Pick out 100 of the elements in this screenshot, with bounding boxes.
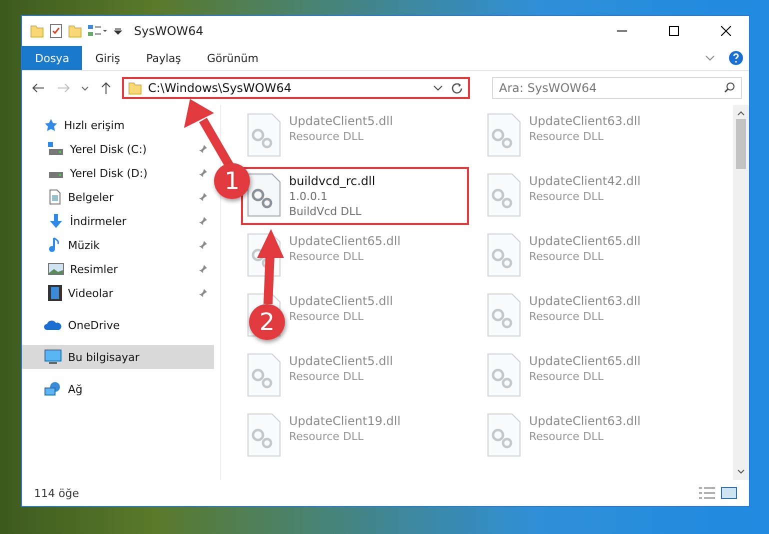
ribbon-tab[interactable]: Giriş: [82, 46, 134, 70]
caret-icon: [81, 86, 89, 90]
scroll-up-icon[interactable]: [737, 109, 745, 117]
sidebar-label: Bu bilgisayar: [68, 350, 140, 364]
sidebar-item[interactable]: Hızlı erişim: [22, 113, 131, 137]
file-detail: Resource DLL: [289, 430, 365, 443]
file-name: UpdateClient65.dll: [289, 234, 401, 248]
maximize-icon: [669, 26, 679, 36]
file-detail: Resource DLL: [289, 370, 365, 383]
sidebar-label: Videolar: [68, 286, 114, 300]
music-note-icon: [48, 237, 62, 253]
file-name: UpdateClient5.dll: [289, 354, 393, 368]
sidebar-item[interactable]: Videolar: [22, 281, 214, 305]
large-icons-view-icon[interactable]: [721, 487, 737, 499]
sidebar-item[interactable]: OneDrive: [22, 313, 126, 337]
file-name: UpdateClient65.dll: [529, 354, 641, 368]
dll-file-icon: [247, 113, 281, 157]
help-icon[interactable]: [729, 51, 743, 65]
file-name: UpdateClient65.dll: [529, 234, 641, 248]
sidebar-label: Hızlı erişim: [64, 118, 125, 132]
file-detail: Resource DLL: [529, 430, 605, 443]
file-name: UpdateClient63.dll: [529, 294, 641, 308]
pin-icon: [198, 264, 208, 274]
expand-ribbon-icon[interactable]: [705, 55, 715, 61]
sidebar-label: Müzik: [68, 238, 101, 252]
pin-icon: [198, 192, 208, 202]
sidebar-item[interactable]: Belgeler: [22, 185, 214, 209]
dll-file-icon: [247, 173, 281, 217]
window-title: SysWOW64: [134, 24, 204, 38]
cloud-icon: [44, 319, 62, 331]
file-name: UpdateClient42.dll: [529, 174, 641, 188]
sidebar-item[interactable]: Resimler: [22, 257, 214, 281]
sidebar-label: Belgeler: [68, 190, 114, 204]
dropdown-caret-icon[interactable]: [433, 85, 443, 91]
properties-icon: [50, 24, 62, 38]
dll-file-icon: [487, 413, 521, 457]
dropdown-caret-icon[interactable]: [114, 27, 122, 35]
folder-icon: [30, 24, 44, 38]
file-name: UpdateClient63.dll: [529, 114, 641, 128]
file-detail: Resource DLL: [529, 250, 605, 263]
pin-icon: [198, 168, 208, 178]
sidebar-label: Yerel Disk (C:): [70, 142, 148, 156]
ribbon-tab[interactable]: Paylaş: [133, 46, 194, 70]
sidebar-label: Yerel Disk (D:): [70, 166, 149, 180]
file-detail: Resource DLL: [529, 310, 605, 323]
file-name: buildvcd_rc.dll: [289, 174, 376, 188]
item-count: 114 öğe: [34, 486, 79, 500]
monitor-icon: [44, 349, 62, 365]
network-icon: [44, 381, 62, 397]
sidebar-label: İndirmeler: [70, 214, 128, 228]
sidebar-item[interactable]: Bu bilgisayar: [22, 345, 214, 369]
search-icon: [724, 82, 735, 93]
pin-icon: [198, 240, 208, 250]
folder-icon: [128, 81, 142, 95]
refresh-icon[interactable]: [451, 82, 463, 94]
sidebar-item[interactable]: Yerel Disk (D:): [22, 161, 214, 185]
dll-file-icon: [487, 293, 521, 337]
view-options-icon: [88, 24, 108, 38]
file-name: UpdateClient63.dll: [529, 414, 641, 428]
pin-icon: [198, 288, 208, 298]
file-menu-tab[interactable]: Dosya: [22, 46, 82, 70]
drive-icon: [48, 142, 64, 156]
pin-icon: [198, 216, 208, 226]
document-icon: [48, 189, 62, 205]
file-detail: Resource DLL: [289, 310, 365, 323]
forward-arrow-icon: [58, 83, 70, 93]
file-detail: 1.0.0.1: [289, 190, 328, 203]
close-icon: [721, 26, 731, 36]
file-detail: BuildVcd DLL: [289, 205, 362, 218]
sidebar-item[interactable]: Ağ: [22, 377, 89, 401]
download-icon: [48, 213, 64, 229]
film-icon: [48, 285, 62, 301]
file-detail: Resource DLL: [529, 190, 605, 203]
dll-file-icon: [487, 233, 521, 277]
file-detail: Resource DLL: [289, 250, 365, 263]
scroll-down-icon[interactable]: [737, 468, 745, 476]
dll-file-icon: [487, 353, 521, 397]
picture-icon: [48, 263, 64, 275]
file-detail: Resource DLL: [289, 130, 365, 143]
file-detail: Resource DLL: [529, 130, 605, 143]
scrollbar-thumb[interactable]: [736, 119, 746, 169]
sidebar-label: OneDrive: [68, 318, 120, 332]
dll-file-icon: [247, 353, 281, 397]
file-name: UpdateClient5.dll: [289, 114, 393, 128]
sidebar-item[interactable]: Müzik: [22, 233, 214, 257]
details-view-icon[interactable]: [699, 487, 715, 499]
star-icon: [44, 118, 58, 132]
sidebar-item[interactable]: Yerel Disk (C:): [22, 137, 214, 161]
search-field[interactable]: Ara: SysWOW64: [492, 77, 742, 99]
sidebar-label: Ağ: [68, 382, 83, 396]
sidebar-label: Resimler: [70, 262, 119, 276]
file-item[interactable]: buildvcd_rc.dll 1.0.0.1 BuildVcd DLL: [241, 167, 469, 225]
scrollbar[interactable]: [733, 105, 749, 480]
pin-icon: [198, 144, 208, 154]
address-bar[interactable]: C:\Windows\SysWOW64: [122, 77, 470, 99]
ribbon-tab[interactable]: Görünüm: [194, 46, 272, 70]
folder-icon: [68, 24, 82, 38]
dll-file-icon: [247, 413, 281, 457]
sidebar-item[interactable]: İndirmeler: [22, 209, 214, 233]
back-arrow-icon: [32, 83, 44, 93]
